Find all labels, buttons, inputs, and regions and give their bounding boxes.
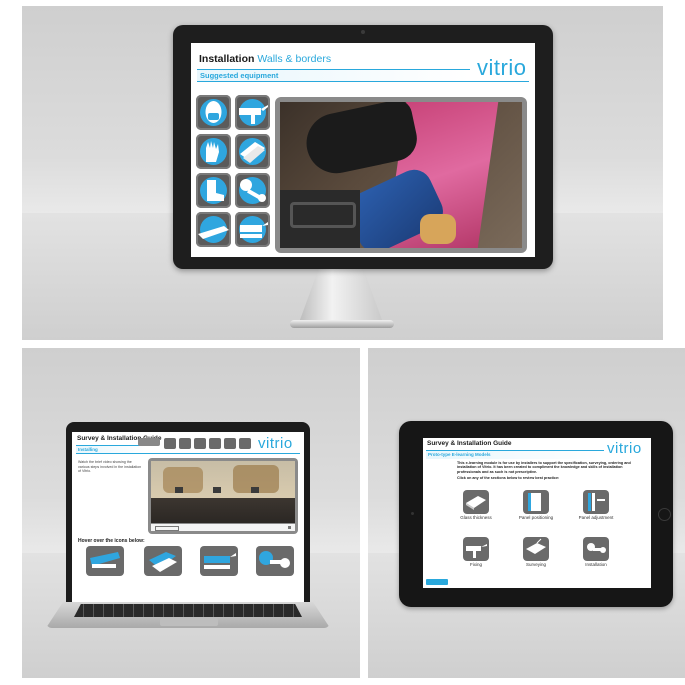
subheader-text: Suggested equipment bbox=[200, 71, 279, 80]
tablet-subheader: Proto-type E-learning Models bbox=[426, 450, 604, 459]
laptop-video-frame bbox=[148, 458, 298, 534]
tablet-prompt: Click on any of the sections below to re… bbox=[457, 476, 560, 480]
laptop-trackpad bbox=[160, 618, 218, 626]
toolbar-icon-3[interactable] bbox=[194, 438, 206, 449]
section-surveying[interactable] bbox=[523, 537, 549, 561]
toolbar-icon-1[interactable] bbox=[164, 438, 176, 449]
suction-lifter-icon bbox=[240, 179, 266, 202]
section-label-glass-thickness: Glass thickness bbox=[460, 515, 492, 520]
vitrio-logo: vitrio bbox=[477, 55, 527, 80]
equipment-tile-mask[interactable] bbox=[196, 95, 231, 130]
title-main: Installation bbox=[199, 53, 255, 65]
fullscreen-icon[interactable] bbox=[288, 526, 291, 529]
tablet-screen: Survey & Installation Guide Proto-type E… bbox=[423, 438, 651, 588]
laptop-vitrio-logo: vitrio bbox=[258, 435, 293, 452]
laptop-icon-glass-panels[interactable] bbox=[144, 546, 182, 576]
section-panel-adjustment[interactable] bbox=[583, 490, 609, 514]
page-title: Installation Walls & borders bbox=[199, 53, 331, 65]
equipment-tile-suction-lifter[interactable] bbox=[235, 173, 270, 208]
progress-indicator bbox=[138, 438, 160, 446]
hover-prompt: Hover over the icons below: bbox=[78, 538, 145, 544]
laptop-icon-sealant-gun[interactable] bbox=[86, 546, 124, 576]
sealant-gun-icon bbox=[239, 105, 268, 124]
laptop-screen: Survey & Installation Guide Installing v… bbox=[72, 432, 304, 604]
subheader-bar: Suggested equipment bbox=[197, 69, 470, 81]
suction-lifter-icon bbox=[587, 543, 606, 553]
tablet-page-title: Survey & Installation Guide bbox=[427, 440, 512, 447]
section-glass-thickness[interactable] bbox=[463, 490, 489, 514]
tablet-body: Survey & Installation Guide Proto-type E… bbox=[399, 421, 673, 607]
section-label-surveying: Surveying bbox=[525, 562, 546, 567]
equipment-tile-glass-pane[interactable] bbox=[196, 212, 231, 247]
laptop-lid: Survey & Installation Guide Installing v… bbox=[66, 422, 310, 606]
equipment-tile-sealant-gun[interactable] bbox=[235, 95, 270, 130]
laptop-icon-applicator[interactable] bbox=[200, 546, 238, 576]
laptop-icon-suction-lifter[interactable] bbox=[256, 546, 294, 576]
laptop-scene: Survey & Installation Guide Installing v… bbox=[22, 348, 360, 678]
monitor-bezel: Installation Walls & borders Suggested e… bbox=[173, 25, 553, 269]
section-label-panel-positioning: Panel positioning bbox=[518, 515, 554, 520]
surveying-icon bbox=[526, 538, 546, 554]
section-panel-positioning[interactable] bbox=[523, 490, 549, 514]
equipment-tile-applicator[interactable] bbox=[235, 212, 270, 247]
laptop-header-rule bbox=[76, 453, 300, 454]
tablet-nav-controls[interactable] bbox=[426, 579, 448, 585]
socket-2 bbox=[213, 487, 221, 493]
laptop-subheader-text: Installing bbox=[78, 447, 98, 452]
sealant-gun-icon bbox=[466, 544, 487, 558]
glass-pane-icon bbox=[198, 226, 229, 239]
laptop-keyboard bbox=[74, 604, 302, 617]
laptop-toolbar bbox=[138, 438, 251, 450]
glass-panels-icon bbox=[149, 552, 177, 572]
tablet-camera bbox=[411, 512, 414, 515]
laptop-subheader: Installing bbox=[76, 445, 146, 453]
socket-3 bbox=[251, 487, 259, 493]
video-frame bbox=[275, 97, 527, 253]
suction-lifter-icon bbox=[259, 551, 290, 568]
wall-patch-1 bbox=[163, 467, 203, 493]
monitor-base bbox=[290, 320, 394, 328]
toolbar-icon-2[interactable] bbox=[179, 438, 191, 449]
toolbar-icon-5[interactable] bbox=[224, 438, 236, 449]
video-progress-track[interactable] bbox=[155, 526, 179, 531]
equipment-tile-boots[interactable] bbox=[196, 173, 231, 208]
panel-adjustment-icon bbox=[588, 493, 605, 511]
equipment-tile-gloves[interactable] bbox=[196, 134, 231, 169]
sealant-applicator-icon bbox=[240, 222, 268, 238]
section-label-installation: Installation bbox=[585, 562, 607, 567]
installation-video[interactable] bbox=[280, 102, 522, 248]
panel-positioning-icon bbox=[528, 493, 541, 511]
title-accent: Walls & borders bbox=[257, 53, 332, 65]
glove-cuff bbox=[420, 214, 456, 244]
section-label-fixing: Fixing bbox=[469, 562, 482, 567]
tablet-subheader-text: Proto-type E-learning Models bbox=[428, 452, 491, 457]
tablet-home-button[interactable] bbox=[658, 508, 671, 521]
section-installation[interactable] bbox=[583, 537, 609, 561]
sealant-applicator-icon bbox=[204, 553, 236, 569]
tablet-intro-text: This e-learning module is for use by ins… bbox=[457, 461, 631, 474]
gloves-icon bbox=[206, 141, 219, 162]
section-label-panel-adjustment: Panel adjustment bbox=[578, 515, 614, 520]
socket-1 bbox=[175, 487, 183, 493]
laptop-intro-text: Watch the brief video showing the variou… bbox=[78, 460, 142, 474]
equipment-tile-glass-panels[interactable] bbox=[235, 134, 270, 169]
video-controls[interactable] bbox=[151, 524, 295, 531]
pan-support bbox=[290, 202, 356, 228]
sealant-gun-icon bbox=[90, 552, 120, 568]
section-fixing[interactable] bbox=[463, 537, 489, 561]
glass-thickness-icon bbox=[466, 496, 486, 510]
toolbar-icon-4[interactable] bbox=[209, 438, 221, 449]
monitor-scene: Installation Walls & borders Suggested e… bbox=[22, 6, 663, 340]
boots-icon bbox=[207, 180, 224, 201]
glass-panels-icon bbox=[240, 142, 265, 163]
toolbar-icon-6[interactable] bbox=[239, 438, 251, 449]
monitor-screen: Installation Walls & borders Suggested e… bbox=[191, 43, 535, 257]
header-rule bbox=[197, 81, 529, 82]
tablet-vitrio-logo: vitrio bbox=[607, 440, 642, 457]
laptop-video[interactable] bbox=[151, 461, 295, 523]
tablet-scene: Survey & Installation Guide Proto-type E… bbox=[368, 348, 685, 678]
camera-dot bbox=[361, 30, 365, 34]
face-mask-icon bbox=[205, 101, 222, 123]
